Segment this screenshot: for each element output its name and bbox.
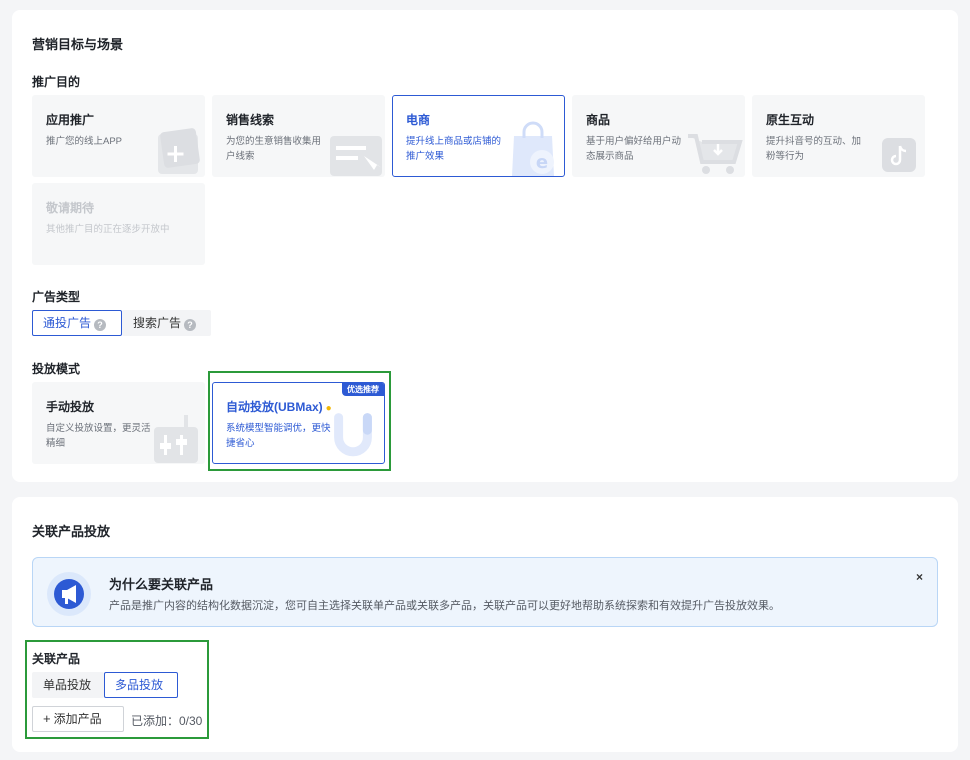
ad-type-search[interactable]: 搜索广告? (122, 310, 211, 336)
add-product-button[interactable]: + 添加产品 (32, 706, 124, 732)
ad-type-label: 广告类型 (32, 290, 81, 304)
plus-icon (158, 128, 200, 174)
tiktok-icon (882, 138, 916, 172)
added-count: 已添加：0/30 (131, 714, 203, 728)
help-icon[interactable]: ? (184, 319, 197, 331)
close-icon[interactable]: × (916, 570, 923, 584)
purpose-label: 推广目的 (32, 75, 81, 89)
notice-title: 为什么要关联产品 (109, 577, 214, 592)
mode-tile-manual[interactable]: 手动投放 自定义投放设置，更灵活精细 (32, 382, 205, 464)
marketing-goal-card: 营销目标与场景 推广目的 应用推广 推广您的线上APP 销售线索 为您的生意销售… (12, 10, 958, 482)
form-icon (330, 136, 382, 176)
svg-text:e: e (536, 152, 548, 173)
shopping-bag-icon: e (512, 121, 554, 176)
help-icon[interactable]: ? (94, 319, 107, 331)
goal-tile-app-promotion[interactable]: 应用推广 推广您的线上APP (32, 95, 205, 177)
goal-tile-ecommerce[interactable]: 电商 提升线上商品或店铺的推广效果 e (392, 95, 565, 177)
tab-multi-product[interactable]: 多品投放 (104, 672, 178, 698)
ubmax-logo-icon (334, 413, 372, 457)
ad-type-general[interactable]: 通投广告? (32, 310, 122, 336)
goal-tile-native-interaction[interactable]: 原生互动 提升抖音号的互动、加粉等行为 (752, 95, 925, 177)
cart-icon (688, 134, 743, 174)
goal-tile-sales-leads[interactable]: 销售线索 为您的生意销售收集用户线索 (212, 95, 385, 177)
settings-slider-icon (154, 415, 198, 463)
notice-text: 产品是推广内容的结构化数据沉淀，您可自主选择关联单产品或关联多产品，关联产品可以… (109, 600, 780, 612)
mode-tile-auto-ubmax[interactable]: 优选推荐 自动投放(UBMax) ● 系统模型智能调优，更快捷省心 (212, 382, 385, 464)
info-notice: 为什么要关联产品 产品是推广内容的结构化数据沉淀，您可自主选择关联单产品或关联多… (32, 557, 938, 627)
megaphone-icon (47, 572, 91, 616)
recommend-badge: 优选推荐 (342, 383, 384, 396)
related-product-card: 关联产品投放 为什么要关联产品 产品是推广内容的结构化数据沉淀，您可自主选择关联… (12, 497, 958, 752)
plus-icon: + (43, 711, 51, 726)
mode-label: 投放模式 (32, 362, 81, 376)
product-label: 关联产品 (32, 652, 81, 666)
goal-tile-coming-soon: 敬请期待 其他推广目的正在逐步开放中 (32, 183, 205, 265)
tab-single-product[interactable]: 单品投放 (32, 672, 104, 698)
section-title-related: 关联产品投放 (32, 524, 111, 539)
goal-tile-product[interactable]: 商品 基于用户偏好给用户动态展示商品 (572, 95, 745, 177)
section-title-marketing: 营销目标与场景 (32, 37, 124, 52)
